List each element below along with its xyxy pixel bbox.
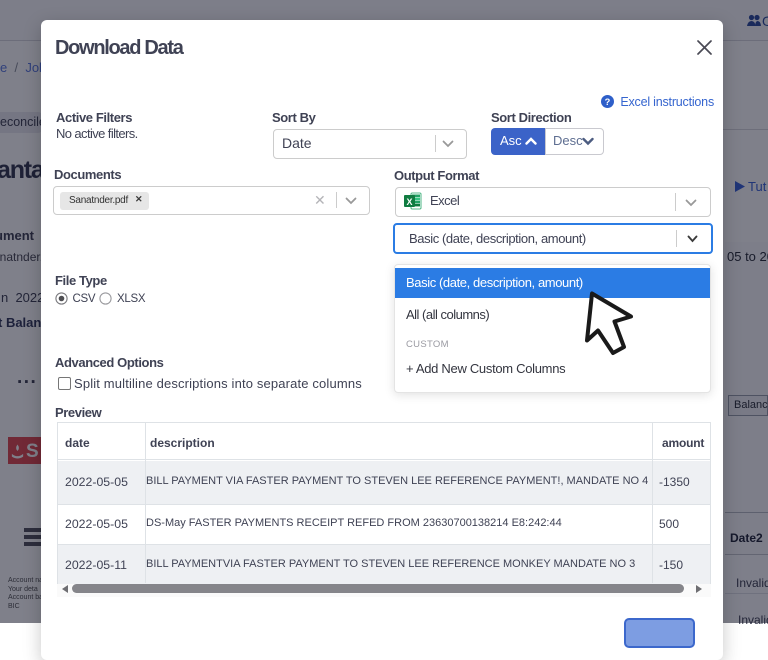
svg-text:?: ? — [604, 97, 610, 107]
svg-text:X: X — [406, 197, 412, 207]
